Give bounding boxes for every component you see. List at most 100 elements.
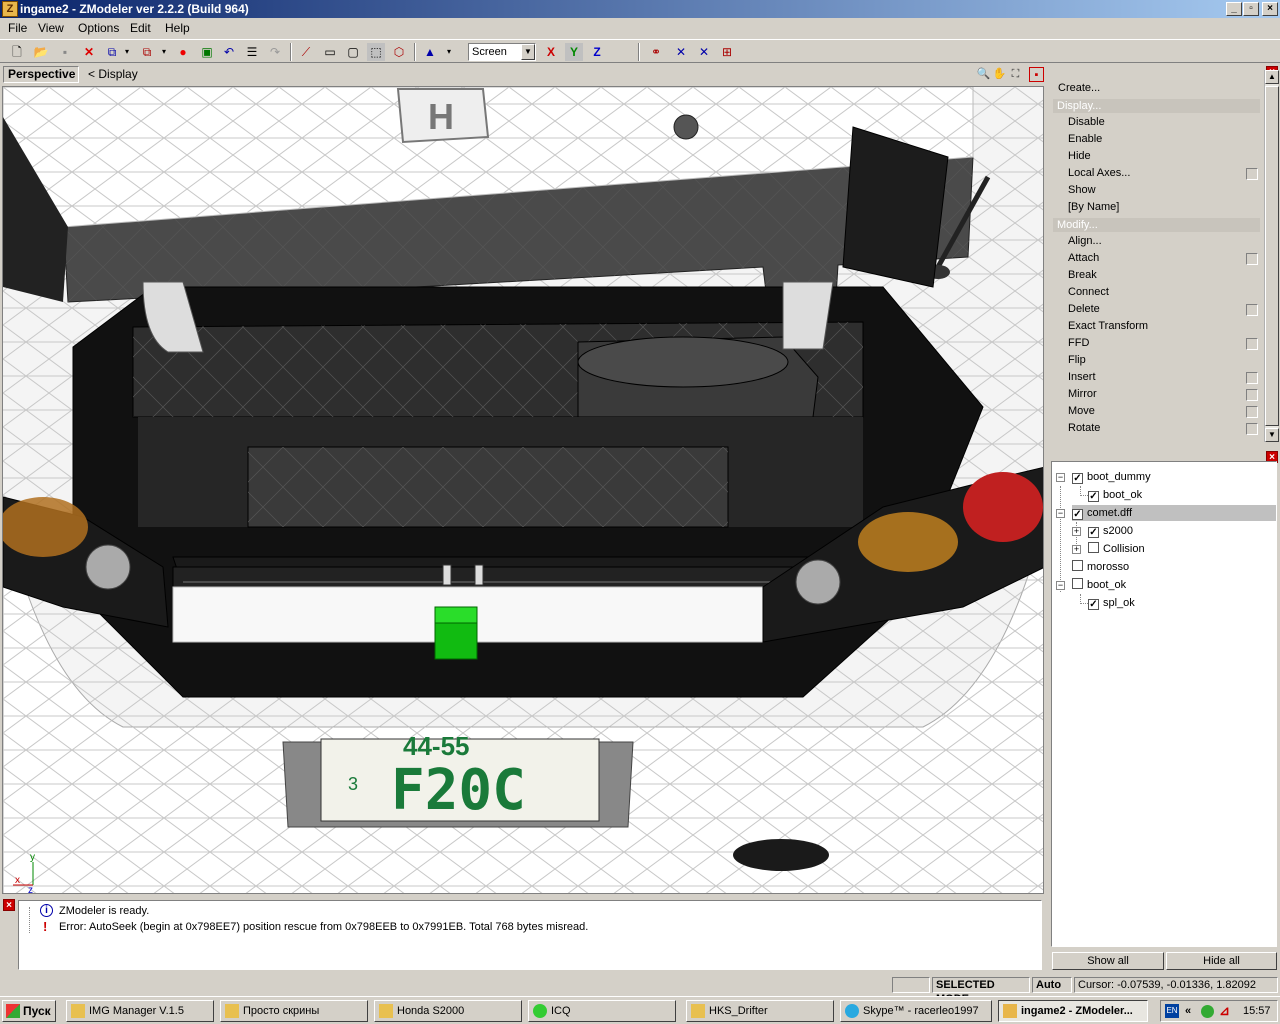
delete-toggle[interactable] xyxy=(1246,304,1258,316)
chevron-down-icon[interactable]: ▼ xyxy=(521,44,535,60)
cube-icon[interactable]: ⬚ xyxy=(367,43,385,61)
open-folder-icon[interactable]: 📂 xyxy=(32,43,50,61)
checkbox-icon[interactable]: ✓ xyxy=(1088,491,1099,502)
maximize-button[interactable]: ▫ xyxy=(1243,2,1259,16)
collapse-icon[interactable]: − xyxy=(1056,581,1065,590)
tree-item-comet-dff[interactable]: ✓ comet.dff xyxy=(1072,505,1276,521)
undo-icon[interactable]: ↶ xyxy=(220,43,238,61)
record-icon[interactable]: ● xyxy=(174,43,192,61)
cmd-enable[interactable]: Enable xyxy=(1068,133,1102,145)
snap-icon[interactable]: ⊞ xyxy=(718,43,736,61)
cmd-hide[interactable]: Hide xyxy=(1068,150,1091,162)
face-icon[interactable]: ▭ xyxy=(321,43,339,61)
maximize-viewport-icon[interactable]: ▪ xyxy=(1029,67,1044,82)
fit-view-icon[interactable]: ⛶ xyxy=(1008,67,1023,82)
cmd-align[interactable]: Align... xyxy=(1068,235,1102,247)
expand-icon[interactable]: + xyxy=(1072,545,1081,554)
checkbox-icon[interactable]: ✓ xyxy=(1088,527,1099,538)
cmd-show[interactable]: Show xyxy=(1068,184,1096,196)
menu-edit[interactable]: Edit xyxy=(130,21,151,35)
chevron-down-icon[interactable]: ▾ xyxy=(440,43,458,61)
task-screenshots-folder[interactable]: Просто скрины xyxy=(220,1000,368,1022)
tree-item-s2000[interactable]: ✓ s2000 xyxy=(1088,523,1133,539)
cmd-create[interactable]: Create... xyxy=(1058,82,1100,94)
redo-icon[interactable]: ↷ xyxy=(266,43,284,61)
scroll-thumb[interactable] xyxy=(1265,86,1279,426)
task-honda-folder[interactable]: Honda S2000 xyxy=(374,1000,522,1022)
rotate-toggle[interactable] xyxy=(1246,423,1258,435)
cmd-flip[interactable]: Flip xyxy=(1068,354,1086,366)
show-all-button[interactable]: Show all xyxy=(1052,952,1164,970)
chevron-down-icon[interactable]: ▾ xyxy=(155,43,173,61)
pan-hand-icon[interactable]: ✋ xyxy=(992,67,1007,82)
collapse-icon[interactable]: − xyxy=(1056,473,1065,482)
tree-item-spl-ok[interactable]: ✓ spl_ok xyxy=(1088,595,1135,611)
object-icon[interactable]: ▢ xyxy=(344,43,362,61)
cmd-insert[interactable]: Insert xyxy=(1068,371,1096,383)
tree-item-collision[interactable]: Collision xyxy=(1088,541,1145,557)
modify-section-header[interactable]: Modify... xyxy=(1053,218,1260,232)
viewport-breadcrumb[interactable]: < Display xyxy=(88,67,138,81)
checkbox-icon[interactable]: ✓ xyxy=(1072,509,1083,520)
list-icon[interactable]: ☰ xyxy=(243,43,261,61)
close-icon[interactable]: × xyxy=(3,899,15,911)
axis-z-button[interactable]: Z xyxy=(588,43,606,61)
mirror-toggle[interactable] xyxy=(1246,389,1258,401)
menu-view[interactable]: View xyxy=(38,21,64,35)
collapse-icon[interactable]: − xyxy=(1056,509,1065,518)
hide-all-button[interactable]: Hide all xyxy=(1166,952,1277,970)
viewport-mode[interactable]: Perspective xyxy=(3,66,79,83)
status-auto[interactable]: Auto xyxy=(1032,977,1072,993)
chevron-down-icon[interactable]: ▾ xyxy=(118,43,136,61)
axes-alt-icon[interactable]: ✕ xyxy=(695,43,713,61)
cmd-exact-transform[interactable]: Exact Transform xyxy=(1068,320,1148,332)
tree-item-boot-ok[interactable]: ✓ boot_ok xyxy=(1088,487,1142,503)
checkbox-icon[interactable]: ✓ xyxy=(1072,473,1083,484)
tree-item-morosso[interactable]: morosso xyxy=(1072,559,1129,575)
checkbox-icon[interactable] xyxy=(1088,542,1099,553)
link-icon[interactable]: ⚭ xyxy=(647,43,665,61)
icq-tray-icon[interactable] xyxy=(1201,1005,1214,1018)
axis-x-button[interactable]: X xyxy=(542,43,560,61)
delete-icon[interactable]: ✕ xyxy=(80,43,98,61)
axes-icon[interactable]: ✕ xyxy=(672,43,690,61)
cmd-mirror[interactable]: Mirror xyxy=(1068,388,1097,400)
menu-file[interactable]: File xyxy=(8,21,27,35)
mesh-icon[interactable]: ⬡ xyxy=(390,43,408,61)
scroll-down-icon[interactable]: ▼ xyxy=(1265,428,1279,442)
task-icq[interactable]: ICQ xyxy=(528,1000,676,1022)
task-img-manager[interactable]: IMG Manager V.1.5 xyxy=(66,1000,214,1022)
cmd-break[interactable]: Break xyxy=(1068,269,1097,281)
tree-item-boot-ok-root[interactable]: boot_ok xyxy=(1072,577,1126,593)
start-button[interactable]: Пуск xyxy=(2,1000,56,1022)
antivirus-icon[interactable]: ⊿ xyxy=(1219,1004,1233,1018)
minimize-button[interactable]: _ xyxy=(1226,2,1242,16)
cmd-attach[interactable]: Attach xyxy=(1068,252,1099,264)
checkbox-icon[interactable] xyxy=(1072,560,1083,571)
task-hks-drifter[interactable]: HKS_Drifter xyxy=(686,1000,834,1022)
vertex-icon[interactable]: ⟋ xyxy=(297,43,315,61)
insert-toggle[interactable] xyxy=(1246,372,1258,384)
pointer-icon[interactable]: ▲ xyxy=(421,43,439,61)
command-scrollbar[interactable]: ▲ ▼ xyxy=(1264,70,1279,442)
paste-icon[interactable]: ⧉ xyxy=(138,43,156,61)
move-toggle[interactable] xyxy=(1246,406,1258,418)
cmd-by-name[interactable]: [By Name] xyxy=(1068,201,1119,213)
menu-help[interactable]: Help xyxy=(165,21,190,35)
save-icon[interactable]: ▪ xyxy=(56,43,74,61)
local-axes-toggle[interactable] xyxy=(1246,168,1258,180)
expand-icon[interactable]: + xyxy=(1072,527,1081,536)
ffd-toggle[interactable] xyxy=(1246,338,1258,350)
3d-viewport[interactable]: H 44-55 3 F20C y x z xyxy=(2,86,1044,894)
cmd-local-axes[interactable]: Local Axes... xyxy=(1068,167,1130,179)
scroll-up-icon[interactable]: ▲ xyxy=(1265,70,1279,84)
new-file-icon[interactable]: 🗋 xyxy=(8,43,26,61)
axis-y-button[interactable]: Y xyxy=(565,43,583,61)
cmd-ffd[interactable]: FFD xyxy=(1068,337,1089,349)
app-icon[interactable]: Z xyxy=(2,1,18,17)
clock[interactable]: 15:57 xyxy=(1243,1001,1271,1021)
tree-item-boot-dummy[interactable]: ✓ boot_dummy xyxy=(1072,469,1151,485)
cmd-connect[interactable]: Connect xyxy=(1068,286,1109,298)
display-section-header[interactable]: Display... xyxy=(1053,99,1260,113)
checkbox-icon[interactable] xyxy=(1072,578,1083,589)
